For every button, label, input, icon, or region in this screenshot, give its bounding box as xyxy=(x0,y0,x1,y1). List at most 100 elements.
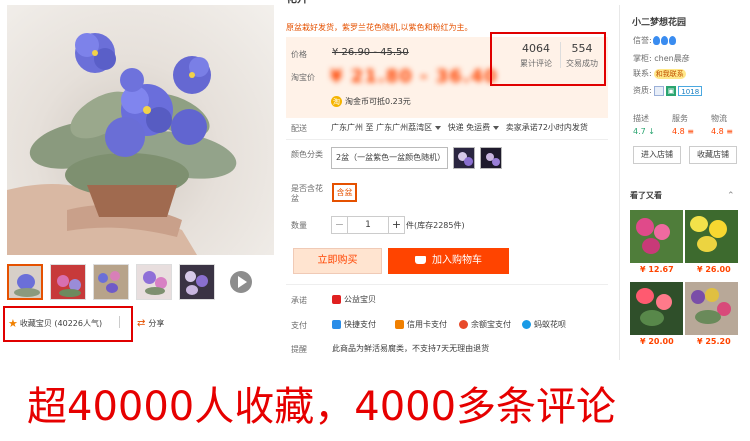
charity-item[interactable]: 公益宝贝 xyxy=(332,294,376,305)
thumbnail-4[interactable] xyxy=(136,264,172,300)
dsr-label: 描述 xyxy=(633,114,649,123)
thumbnail-3[interactable] xyxy=(93,264,129,300)
shipping-row: 广东广州 至 广东广州荔湾区 快递 免运费 卖家承诺72小时内发货 xyxy=(331,122,588,133)
violet-plant-image xyxy=(7,33,237,255)
share-label: 分享 xyxy=(148,318,165,328)
favorite-item-label: 收藏宝贝 (40226人气) xyxy=(19,318,103,328)
payment-credit: 信用卡支付 xyxy=(395,319,447,330)
chevron-down-icon[interactable] xyxy=(493,125,500,130)
recommendation-price: ¥ 25.20 xyxy=(697,337,731,346)
notice-text: 此商品为鲜活易腐类，不支持7天无理由退货 xyxy=(332,344,490,353)
dsr-label: 服务 xyxy=(672,114,688,123)
share-icon: ⇄ xyxy=(137,317,146,329)
charity-label: 公益宝贝 xyxy=(344,295,376,304)
payment-method: 余额宝支付 xyxy=(471,320,511,329)
price-label: 价格 xyxy=(291,50,307,59)
shop-name[interactable]: 小二梦想花园 xyxy=(632,15,686,28)
dsr-description: 描述 4.7 ↓ xyxy=(633,113,655,136)
favorite-shop-button[interactable]: 收藏店铺 xyxy=(689,146,737,164)
payment-method: 蚂蚁花呗 xyxy=(534,320,566,329)
thumbnail-2[interactable] xyxy=(50,264,86,300)
buy-now-button[interactable]: 立即购买 xyxy=(293,248,382,274)
divider xyxy=(286,139,608,140)
taobao-price-label: 淘宝价 xyxy=(291,73,315,82)
sales-label: 交易成功 xyxy=(566,59,598,68)
coin-icon: 淘 xyxy=(331,96,342,107)
promise-label: 承诺 xyxy=(291,296,307,305)
thumbnail-1[interactable] xyxy=(7,264,43,300)
current-price: ¥ 21.80 - 36.40 xyxy=(330,66,498,87)
dsr-value: 4.8 ≡ xyxy=(711,127,733,136)
video-play-icon[interactable] xyxy=(230,271,252,293)
certificate-icon: ▣ xyxy=(665,85,677,96)
shop-keeper: 掌柜: chen晨彦 xyxy=(633,53,690,64)
add-to-cart-button[interactable]: 加入购物车 xyxy=(388,248,509,274)
recommendation-image-2[interactable] xyxy=(685,210,738,263)
shop-reputation: 信誉: xyxy=(633,35,676,46)
original-price: ¥ 26.90 - 45.50 xyxy=(332,47,409,58)
color-option-image-1[interactable] xyxy=(453,147,475,169)
decrease-quantity-button[interactable]: − xyxy=(331,216,348,234)
shop-contact: 联系: 和我联系 xyxy=(633,68,686,79)
crown-icon xyxy=(660,36,668,45)
recommendation-price: ¥ 12.67 xyxy=(640,265,674,274)
qualification-label: 资质: xyxy=(633,86,652,95)
quickpay-icon xyxy=(332,320,341,329)
sales-count: 554 xyxy=(571,42,593,55)
promo-caption: 超40000人收藏，4000多条评论 xyxy=(27,384,617,430)
recommendation-image-1[interactable] xyxy=(630,210,683,263)
payment-quick: 快捷支付 xyxy=(332,319,376,330)
quantity-label: 数量 xyxy=(291,221,307,230)
shipping-origin: 广东广州 至 xyxy=(331,123,374,132)
reviews-label: 累计评论 xyxy=(520,59,552,68)
share-button[interactable]: ⇄ 分享 xyxy=(137,316,164,330)
shipping-method: 快递 免运费 xyxy=(447,123,491,132)
cart-icon xyxy=(415,256,426,264)
id-card-icon xyxy=(653,85,664,96)
payment-method: 快捷支付 xyxy=(344,320,376,329)
favorite-item-button[interactable]: ★ 收藏宝贝 (40226人气) xyxy=(8,316,102,330)
color-option-selected[interactable]: 2盆（一盆紫色一盆颜色随机） xyxy=(331,147,448,169)
sales-stat: 554 交易成功 xyxy=(561,42,603,69)
dsr-logistics: 物流 4.8 ≡ xyxy=(711,113,733,136)
add-to-cart-label: 加入购物车 xyxy=(432,255,482,266)
thumbnail-strip xyxy=(7,264,277,302)
dsr-label: 物流 xyxy=(711,114,727,123)
quantity-input[interactable]: 1 xyxy=(348,216,388,234)
shop-column-divider xyxy=(619,5,620,360)
thumbnail-5[interactable] xyxy=(179,264,215,300)
contact-seller-button[interactable]: 和我联系 xyxy=(653,68,686,79)
recommendation-image-3[interactable] xyxy=(630,282,683,335)
keeper-label: 掌柜: xyxy=(633,54,652,63)
keeper-name[interactable]: chen晨彦 xyxy=(654,53,689,64)
color-option-image-2[interactable] xyxy=(480,147,502,169)
payment-yuebao: 余额宝支付 xyxy=(459,319,511,330)
dsr-value: 4.8 ≡ xyxy=(672,127,694,136)
divider xyxy=(286,284,608,285)
recommendation-price: ¥ 26.00 xyxy=(697,265,731,274)
divider xyxy=(119,316,120,328)
reviews-stat[interactable]: 4064 累计评论 xyxy=(513,42,559,69)
chevron-down-icon[interactable] xyxy=(435,125,442,130)
pot-label: 是否含花盆 xyxy=(291,184,323,203)
coin-discount: 淘 淘金币可抵0.23元 xyxy=(331,96,411,107)
collapse-arrow-icon[interactable]: ⌃ xyxy=(727,191,735,201)
shop-qualification: 资质: ▣ 1018 xyxy=(633,85,703,96)
huabei-icon xyxy=(522,320,531,329)
enter-shop-button[interactable]: 进入店铺 xyxy=(633,146,681,164)
dsr-value: 4.7 ↓ xyxy=(633,127,655,136)
pot-option-selected[interactable]: 含盆 xyxy=(332,183,357,202)
contact-label: 联系: xyxy=(633,69,652,78)
increase-quantity-button[interactable]: + xyxy=(388,216,405,234)
payment-label: 支付 xyxy=(291,321,307,330)
main-product-photo[interactable] xyxy=(7,5,274,255)
see-also-title: 看了又看 xyxy=(630,191,662,200)
shipping-destination[interactable]: 广东广州荔湾区 xyxy=(376,123,432,132)
recommendation-image-4[interactable] xyxy=(685,282,738,335)
star-icon: ★ xyxy=(8,316,18,330)
product-title: 花卉 xyxy=(286,0,308,7)
quantity-stepper: − 1 + xyxy=(331,216,405,234)
product-subtitle: 原盆栽好发货，紫罗兰花色随机,以紫色和粉红为主。 xyxy=(286,23,473,32)
crown-icon xyxy=(652,36,660,45)
shipping-label: 配送 xyxy=(291,124,307,133)
